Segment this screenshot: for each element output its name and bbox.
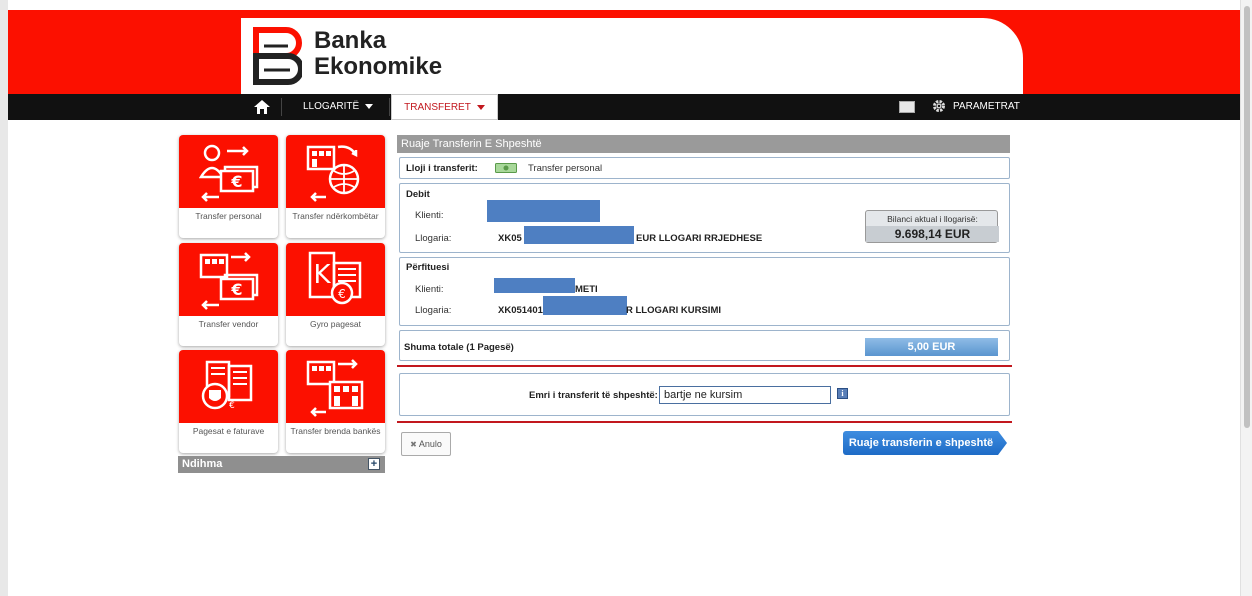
home-icon[interactable] xyxy=(253,99,271,115)
total-label: Shuma totale (1 Pagesë) xyxy=(404,342,514,353)
redacted-account-number xyxy=(524,226,634,244)
tile-image xyxy=(286,350,385,423)
beneficiary-section: Përfituesi Klienti: METI Llogaria: XK051… xyxy=(399,257,1010,326)
tile-image: € xyxy=(179,243,278,316)
beneficiary-client-label: Klienti: xyxy=(415,284,444,295)
help-section-header[interactable]: Ndihma + xyxy=(178,456,385,473)
bank-globe-transfer-icon xyxy=(306,145,360,202)
page-scrollbar[interactable] xyxy=(1240,0,1252,596)
tile-label: Pagesat e faturave xyxy=(192,426,265,436)
scrollbar-thumb[interactable] xyxy=(1244,6,1250,428)
cancel-button[interactable]: ✖ Anulo xyxy=(401,432,451,456)
tile-transfer-domestic[interactable]: € Transfer vendor xyxy=(179,243,278,346)
gear-icon[interactable] xyxy=(932,99,946,113)
redacted-beneficiary-name xyxy=(494,278,575,293)
save-frequent-transfer-button[interactable]: Ruaje transferin e shpeshtë xyxy=(843,431,1007,455)
total-amount-row: Shuma totale (1 Pagesë) 5,00 EUR xyxy=(399,330,1010,361)
main-navbar: LLOGARITË TRANSFERET PARAMETRAT xyxy=(8,94,1240,135)
beneficiary-account-label: Llogaria: xyxy=(415,305,452,316)
debit-section: Debit Klienti: Llogaria: XK05 EUR LLOGAR… xyxy=(399,183,1010,253)
bank-to-bank-icon xyxy=(306,359,364,417)
logo-area[interactable]: Banka Ekonomike xyxy=(241,18,1023,96)
divider-line xyxy=(397,365,1012,367)
beneficiary-title: Përfituesi xyxy=(406,262,450,273)
svg-text:€: € xyxy=(229,401,235,411)
svg-text:€: € xyxy=(230,280,242,299)
header-ticks xyxy=(854,10,1004,25)
tile-transfer-international[interactable]: Transfer ndërkombëtar xyxy=(286,135,385,238)
transfer-type-label: Lloji i transferit: xyxy=(406,163,478,174)
redacted-client-name xyxy=(487,200,600,222)
person-euro-transfer-icon: € xyxy=(199,144,259,202)
tile-label: Transfer vendor xyxy=(198,319,259,329)
nav-settings-label: PARAMETRAT xyxy=(953,101,1020,112)
invoice-shield-icon: € xyxy=(201,360,253,411)
balance-label: Bilanci aktual i llogarisë: xyxy=(887,214,978,224)
panel-title: Ruaje Transferin E Shpeshtë xyxy=(397,135,1010,153)
bank-name-line1: Banka xyxy=(314,27,387,54)
balance-box: Bilanci aktual i llogarisë: 9.698,14 EUR xyxy=(865,210,999,243)
bank-euro-transfer-icon: € xyxy=(199,252,259,310)
bank-logo-icon xyxy=(253,27,302,85)
kuna-euro-document-icon: K € xyxy=(308,251,362,305)
expand-plus-icon[interactable]: + xyxy=(368,458,380,470)
tile-label: Transfer personal xyxy=(195,211,262,221)
transfer-name-input[interactable]: bartje ne kursim xyxy=(659,386,831,404)
beneficiary-account-suffix: R LLOGARI KURSIMI xyxy=(626,305,721,316)
save-button-label: Ruaje transferin e shpeshtë xyxy=(848,437,994,449)
bank-name: Banka Ekonomike xyxy=(314,28,442,80)
nav-settings-menu[interactable]: PARAMETRAT xyxy=(953,94,1023,135)
svg-text:€: € xyxy=(338,287,346,301)
transfer-type-row: Lloji i transferit: Transfer personal xyxy=(399,157,1010,179)
help-title: Ndihma xyxy=(182,458,223,470)
debit-title: Debit xyxy=(406,189,430,200)
money-card-icon xyxy=(495,163,517,173)
transfer-name-label: Emri i transferit të shpeshtë: xyxy=(529,390,658,401)
beneficiary-client-suffix: METI xyxy=(575,284,598,295)
tile-transfer-personal[interactable]: € Transfer personal xyxy=(179,135,278,238)
nav-accounts-menu[interactable]: LLOGARITË xyxy=(303,94,374,120)
navbar-inner: LLOGARITË TRANSFERET PARAMETRAT xyxy=(241,94,1023,135)
tile-image: € xyxy=(179,135,278,208)
nav-separator xyxy=(389,98,390,116)
left-edge xyxy=(0,0,8,596)
nav-transfers-menu[interactable]: TRANSFERET xyxy=(391,94,498,120)
tile-invoice-payments[interactable]: € Pagesat e faturave xyxy=(179,350,278,453)
info-icon[interactable]: i xyxy=(837,388,848,399)
tile-label: Transfer ndërkombëtar xyxy=(292,211,379,221)
nav-transfers-label: TRANSFERET xyxy=(404,102,471,113)
svg-text:K: K xyxy=(313,260,331,290)
tile-transfer-within-bank[interactable]: Transfer brenda bankës xyxy=(286,350,385,453)
tile-label: Transfer brenda bankës xyxy=(290,426,381,436)
transfer-name-section: Emri i transferit të shpeshtë: bartje ne… xyxy=(399,373,1010,416)
envelope-icon[interactable] xyxy=(899,101,915,113)
svg-text:€: € xyxy=(230,172,242,191)
page: Banka Ekonomike LLOGARITË TRANSFERET PAR… xyxy=(0,0,1252,596)
tile-image: K € xyxy=(286,243,385,316)
balance-value: 9.698,14 EUR xyxy=(866,226,999,242)
caret-down-icon xyxy=(476,104,485,110)
debit-account-suffix: EUR LLOGARI RRJEDHESE xyxy=(636,233,763,244)
transfer-type-value: Transfer personal xyxy=(528,163,603,174)
tile-gyro-payments[interactable]: K € Gyro pagesat xyxy=(286,243,385,346)
nav-accounts-label: LLOGARITË xyxy=(303,101,360,112)
header-banner: Banka Ekonomike xyxy=(8,10,1240,96)
close-x-icon: ✖ xyxy=(410,440,417,449)
bank-name-line2: Ekonomike xyxy=(314,53,443,80)
total-amount-value: 5,00 EUR xyxy=(865,338,998,356)
beneficiary-account-prefix: XK051401 xyxy=(498,305,543,316)
cancel-label: Anulo xyxy=(418,439,442,449)
nav-separator xyxy=(281,98,282,116)
tile-label: Gyro pagesat xyxy=(309,319,362,329)
redacted-beneficiary-account xyxy=(543,296,627,315)
debit-account-prefix: XK05 xyxy=(498,233,522,244)
debit-account-label: Llogaria: xyxy=(415,233,452,244)
tile-image: € xyxy=(179,350,278,423)
caret-down-icon xyxy=(365,103,374,109)
divider-line xyxy=(397,421,1012,423)
tile-image xyxy=(286,135,385,208)
debit-client-label: Klienti: xyxy=(415,210,444,221)
